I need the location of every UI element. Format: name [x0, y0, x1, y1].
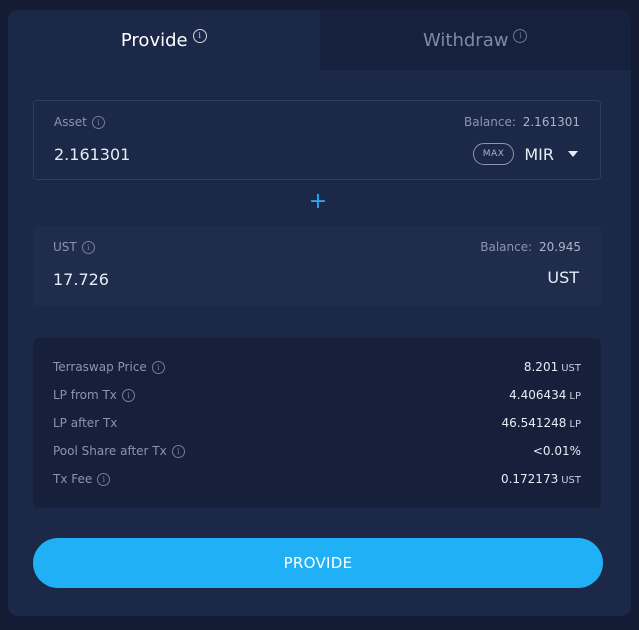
ust-token: UST [547, 268, 579, 287]
tab-provide[interactable]: Provide i [8, 10, 320, 70]
summary-value: 8.201 UST [524, 360, 581, 374]
summary-value-number: 0.172173 [500, 472, 559, 486]
summary-label-text: LP from Tx [53, 388, 117, 402]
summary-label: Tx Fee i [53, 472, 111, 486]
ust-amount-input[interactable]: 17.726 [53, 270, 109, 289]
summary-unit: LP [569, 419, 581, 430]
info-icon: i [91, 115, 105, 129]
info-icon: i [121, 388, 135, 402]
summary-value-number: 4.406434 [509, 388, 567, 402]
summary-value-number: <0.01% [532, 444, 581, 458]
ust-input-box: UST i Balance: 20.945 17.726 UST [33, 226, 601, 306]
provide-button[interactable]: PROVIDE [33, 538, 603, 588]
ust-label: UST i [53, 240, 95, 254]
asset-amount-input[interactable]: 2.161301 [54, 145, 130, 164]
summary-unit: UST [561, 475, 581, 486]
summary-row-lp-after-tx: LP after Tx 46.541248 LP [53, 414, 581, 432]
summary-label-text: Terraswap Price [53, 360, 147, 374]
summary-value: <0.01% [533, 444, 581, 458]
tab-withdraw-label: Withdraw [423, 29, 509, 51]
balance-value: 2.161301 [522, 115, 580, 129]
asset-label: Asset i [54, 115, 105, 129]
balance-value: 20.945 [539, 240, 581, 254]
info-icon: i [81, 240, 95, 254]
summary-row-tx-fee: Tx Fee i 0.172173 UST [53, 470, 581, 488]
tab-bar: Provide i Withdraw i [8, 10, 631, 70]
asset-token-select[interactable]: MIR [524, 145, 554, 164]
balance-label: Balance: [464, 115, 516, 129]
caret-down-icon[interactable] [568, 151, 578, 157]
asset-selector-group: MAX MIR [472, 143, 578, 165]
summary-unit: LP [569, 391, 581, 402]
info-icon: i [171, 444, 185, 458]
max-button[interactable]: MAX [472, 143, 515, 165]
summary-value: 0.172173 UST [501, 472, 581, 486]
ust-token-label: UST [547, 268, 579, 287]
info-icon: i [151, 360, 165, 374]
tab-withdraw[interactable]: Withdraw i [319, 10, 631, 70]
asset-input-box: Asset i Balance: 2.161301 2.161301 MAX M… [33, 100, 601, 180]
summary-value-number: 8.201 [523, 360, 559, 374]
tx-summary: Terraswap Price i 8.201 UST LP from Tx i … [33, 338, 601, 508]
summary-label-text: Tx Fee [53, 472, 93, 486]
summary-value-number: 46.541248 [501, 416, 567, 430]
summary-label: Pool Share after Tx i [53, 444, 185, 458]
summary-row-lp-from-tx: LP from Tx i 4.406434 LP [53, 386, 581, 404]
summary-label: LP after Tx [53, 416, 117, 430]
summary-label-text: Pool Share after Tx [53, 444, 167, 458]
info-icon: i [192, 29, 207, 43]
summary-row-price: Terraswap Price i 8.201 UST [53, 358, 581, 376]
balance-label: Balance: [480, 240, 533, 254]
ust-label-text: UST [53, 240, 77, 254]
info-icon: i [97, 472, 111, 486]
ust-balance: Balance: 20.945 [480, 240, 581, 254]
asset-balance[interactable]: Balance: 2.161301 [464, 115, 580, 129]
summary-label-text: LP after Tx [53, 416, 118, 430]
summary-value: 46.541248 LP [501, 416, 581, 430]
summary-unit: UST [561, 363, 581, 374]
plus-icon: + [308, 189, 328, 214]
summary-label: LP from Tx i [53, 388, 135, 402]
summary-label: Terraswap Price i [53, 360, 165, 374]
asset-label-text: Asset [54, 115, 87, 129]
summary-row-pool-share: Pool Share after Tx i <0.01% [53, 442, 581, 460]
tab-provide-label: Provide [120, 29, 188, 51]
provide-withdraw-card: Provide i Withdraw i Asset i Balance: 2.… [8, 10, 631, 616]
info-icon: i [513, 29, 528, 43]
summary-value: 4.406434 LP [509, 388, 581, 402]
